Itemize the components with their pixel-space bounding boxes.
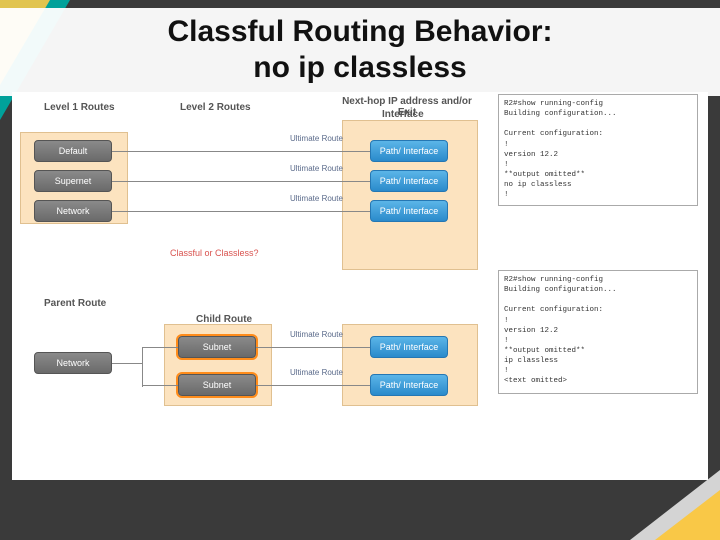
label-classful-question: Classful or Classless? (170, 248, 259, 258)
label-ultimate-3: Ultimate Route (290, 194, 343, 203)
label-ultimate-5: Ultimate Route (290, 368, 343, 377)
connector-parent-out (112, 363, 142, 364)
header-nexthop-2: Interface (382, 109, 424, 120)
box-subnet-1: Subnet (178, 336, 256, 358)
box-pathif-5: Path/ Interface (370, 374, 448, 396)
terminal-1: R2#show running-config Building configur… (498, 94, 698, 206)
box-supernet: Supernet (34, 170, 112, 192)
label-ultimate-1: Ultimate Route (290, 134, 343, 143)
box-subnet-2: Subnet (178, 374, 256, 396)
diagram-canvas: Level 1 Routes Level 2 Routes Next-hop I… (12, 92, 708, 480)
header-level1: Level 1 Routes (44, 102, 115, 113)
box-pathif-4: Path/ Interface (370, 336, 448, 358)
label-ultimate-4: Ultimate Route (290, 330, 343, 339)
connector-child-2 (142, 385, 178, 386)
box-pathif-3: Path/ Interface (370, 200, 448, 222)
connector-child-out-2 (256, 385, 370, 386)
box-parent-network: Network (34, 352, 112, 374)
connector-1 (112, 151, 370, 152)
title-line-2: no ip classless (253, 51, 466, 84)
label-child-route: Child Route (196, 314, 252, 325)
connector-2 (112, 181, 370, 182)
corner-accent-yellow-br (655, 490, 720, 540)
box-pathif-2: Path/ Interface (370, 170, 448, 192)
box-default: Default (34, 140, 112, 162)
connector-child-out-1 (256, 347, 370, 348)
label-parent-route: Parent Route (44, 298, 106, 309)
connector-child-1 (142, 347, 178, 348)
terminal-2: R2#show running-config Building configur… (498, 270, 698, 394)
label-ultimate-2: Ultimate Route (290, 164, 343, 173)
header-level2: Level 2 Routes (180, 102, 251, 113)
connector-3 (112, 211, 370, 212)
title-line-1: Classful Routing Behavior: (167, 15, 552, 48)
connector-parent-v (142, 347, 143, 387)
box-pathif-1: Path/ Interface (370, 140, 448, 162)
slide-title: Classful Routing Behavior: no ip classle… (0, 8, 720, 96)
box-network: Network (34, 200, 112, 222)
